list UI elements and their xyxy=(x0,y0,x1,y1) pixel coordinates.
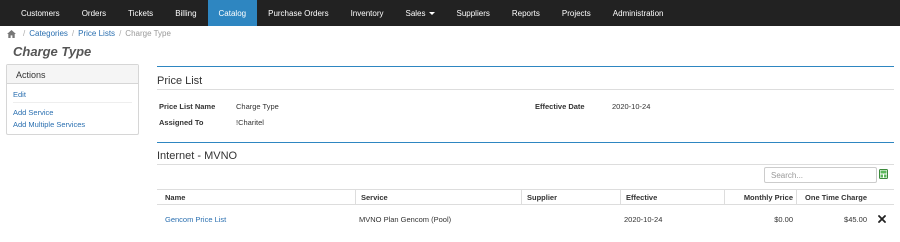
search-input[interactable] xyxy=(764,167,877,183)
column-header-effective[interactable]: Effective xyxy=(620,190,726,205)
category-heading: Internet - MVNO xyxy=(157,150,238,162)
row-effective-cell: 2020-10-24 xyxy=(624,214,663,224)
breadcrumb-separator: / xyxy=(23,29,26,38)
add-multiple-services-link[interactable]: Add Multiple Services xyxy=(13,120,85,129)
nav-sales-label: Sales xyxy=(405,8,426,18)
column-header-name[interactable]: Name xyxy=(165,190,185,205)
effective-date-value: 2020-10-24 xyxy=(612,102,651,111)
row-monthly-price-cell: $0.00 xyxy=(774,214,793,224)
breadcrumb-separator: / xyxy=(119,29,122,38)
section-underline xyxy=(157,89,894,90)
row-name-cell: Gencom Price List xyxy=(165,210,226,228)
table-header: Name Service Supplier Effective Monthly … xyxy=(157,189,894,205)
home-icon[interactable] xyxy=(7,29,16,38)
add-service-link[interactable]: Add Service xyxy=(13,108,53,117)
delete-icon[interactable] xyxy=(878,215,886,223)
column-header-service[interactable]: Service xyxy=(355,190,525,205)
row-service-cell: MVNO Plan Gencom (Pool) xyxy=(359,214,452,224)
nav-reports[interactable]: Reports xyxy=(501,0,551,26)
price-list-name-value: Charge Type xyxy=(236,102,279,111)
caret-down-icon xyxy=(428,12,435,15)
assigned-to-label: Assigned To xyxy=(159,118,204,127)
actions-panel: Actions Edit Add Service Add Multiple Se… xyxy=(6,64,139,135)
section-divider xyxy=(157,66,894,67)
actions-divider xyxy=(13,102,132,103)
row-one-time-charge-cell: $45.00 xyxy=(844,214,867,224)
actions-panel-title: Actions xyxy=(7,65,138,84)
price-list-heading: Price List xyxy=(157,75,203,87)
excel-export-icon[interactable] xyxy=(879,169,888,179)
nav-customers[interactable]: Customers xyxy=(10,0,71,26)
nav-purchase-orders[interactable]: Purchase Orders xyxy=(257,0,339,26)
nav-inventory[interactable]: Inventory xyxy=(340,0,395,26)
top-navbar: Customers Orders Tickets Billing Catalog… xyxy=(0,0,900,26)
breadcrumb-categories[interactable]: Categories xyxy=(29,29,68,38)
nav-billing[interactable]: Billing xyxy=(164,0,207,26)
nav-administration[interactable]: Administration xyxy=(602,0,675,26)
breadcrumb-separator: / xyxy=(71,29,75,38)
column-header-monthly-price[interactable]: Monthly Price xyxy=(724,190,796,205)
breadcrumb-price-lists[interactable]: Price Lists xyxy=(78,29,115,38)
nav-catalog[interactable]: Catalog xyxy=(207,0,258,26)
price-list-link[interactable]: Gencom Price List xyxy=(165,215,226,224)
table-row: Gencom Price List MVNO Plan Gencom (Pool… xyxy=(157,210,894,228)
effective-date-label: Effective Date xyxy=(535,102,585,111)
breadcrumb: / Categories / Price Lists / Charge Type xyxy=(7,29,171,38)
column-header-supplier[interactable]: Supplier xyxy=(521,190,621,205)
price-list-name-label: Price List Name xyxy=(159,102,216,111)
column-header-one-time-charge[interactable]: One Time Charge xyxy=(796,190,869,205)
page-title: Charge Type xyxy=(13,44,92,59)
section-divider xyxy=(157,142,894,143)
nav-sales-dropdown[interactable]: Sales xyxy=(394,0,445,26)
section-underline xyxy=(157,164,894,165)
nav-tickets[interactable]: Tickets xyxy=(117,0,164,26)
breadcrumb-current: Charge Type xyxy=(125,29,171,38)
nav-projects[interactable]: Projects xyxy=(551,0,602,26)
nav-suppliers[interactable]: Suppliers xyxy=(446,0,501,26)
edit-link[interactable]: Edit xyxy=(13,90,26,99)
assigned-to-value: !Charitel xyxy=(236,118,264,127)
nav-orders[interactable]: Orders xyxy=(71,0,117,26)
